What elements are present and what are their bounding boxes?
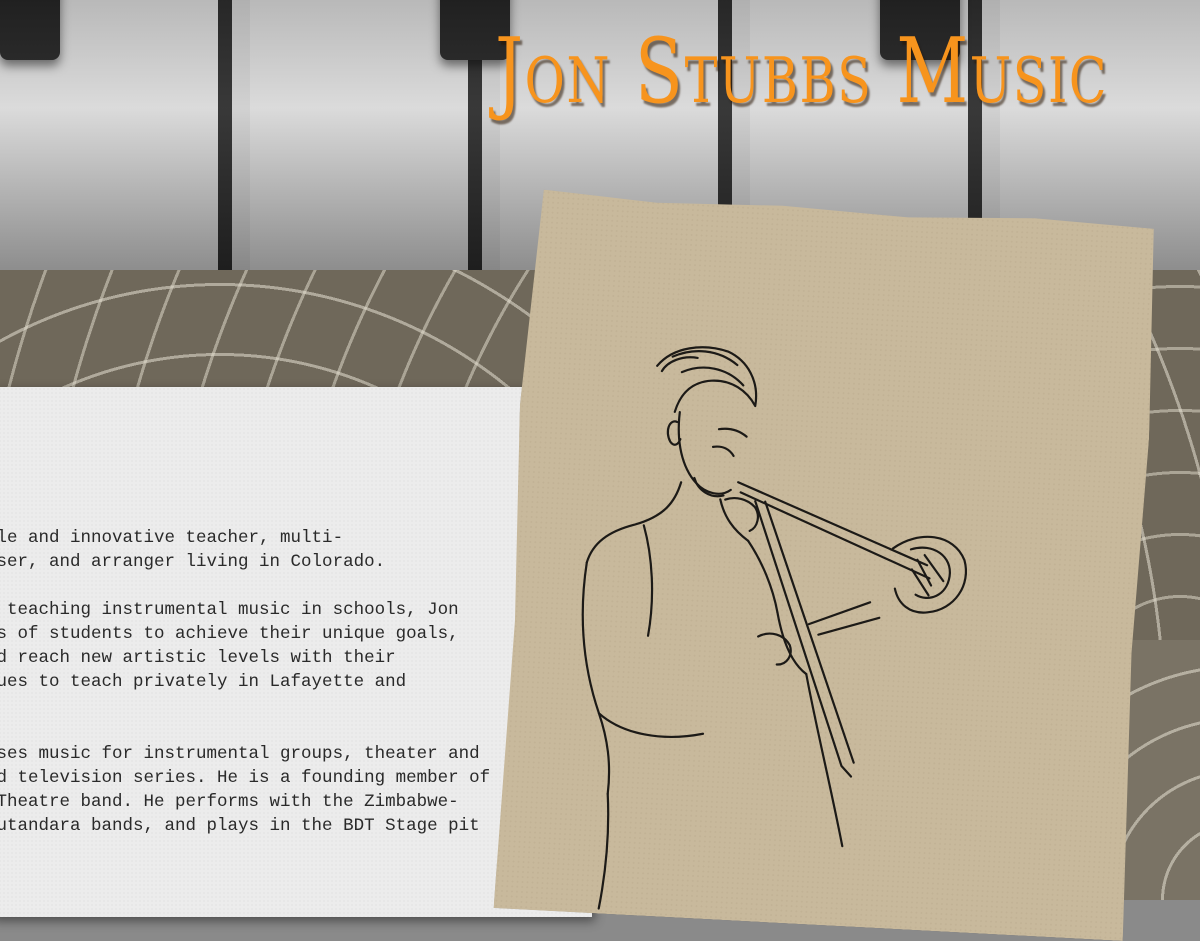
bio-paragraph-3: composes music for instrumental groups, … [0,744,491,836]
bio-paragraph-2: rs of teaching instrumental music in sch… [0,600,459,692]
site-title[interactable]: Jon Stubbs Music [495,2,1108,142]
trombone-player-illustration [494,189,1161,941]
trombone-player-sketch [494,189,1161,941]
bio-paragraph-1: rsatile and innovative teacher, multi- c… [0,528,386,572]
bio-text: rsatile and innovative teacher, multi- c… [0,526,556,862]
